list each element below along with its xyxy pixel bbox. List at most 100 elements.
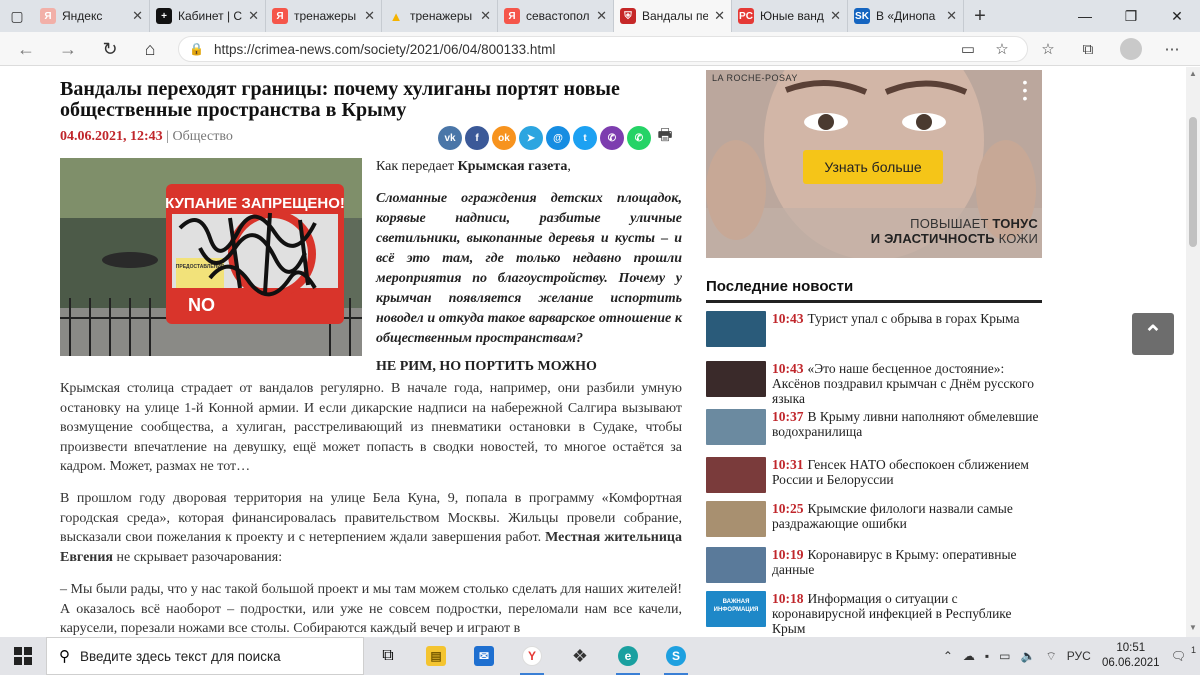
clock[interactable]: 10:51 06.06.2021 xyxy=(1096,641,1166,671)
tab-0[interactable]: Я Яндекс ✕ xyxy=(34,0,150,32)
news-text[interactable]: 10:31 Генсек НАТО обеспокоен сближением Р… xyxy=(772,457,1042,493)
advertisement-banner[interactable]: LA ROCHE-POSAY • • • Узнать больше ПОВЫШАЕ… xyxy=(706,70,1042,258)
news-headline[interactable]: В Крыму ливни наполняют обмелевшие водох… xyxy=(772,409,1038,439)
ad-cta-button[interactable]: Узнать больше xyxy=(803,150,943,184)
close-tab-icon[interactable]: ✕ xyxy=(714,8,725,24)
news-thumbnail[interactable] xyxy=(706,409,766,445)
task-view-icon[interactable]: ⧉ xyxy=(364,637,412,675)
news-thumbnail[interactable] xyxy=(706,457,766,493)
viber-icon[interactable]: ✆ xyxy=(600,126,624,150)
close-tab-icon[interactable]: ✕ xyxy=(596,8,607,24)
address-bar[interactable]: 🔒 https://crimea-news.com/society/2021/0… xyxy=(178,36,1028,62)
show-hidden-icons-icon[interactable]: ⌃ xyxy=(938,649,958,663)
news-headline[interactable]: Генсек НАТО обеспокоен сближением России… xyxy=(772,457,1029,487)
close-tab-icon[interactable]: ✕ xyxy=(830,8,841,24)
battery-icon[interactable]: ▭ xyxy=(994,649,1015,663)
tab-5[interactable]: ⛨ Вандалы пе ✕ xyxy=(614,0,732,32)
news-thumbnail-label: ВАЖНАЯ ИНФОРМАЦИЯ xyxy=(713,599,759,613)
news-text[interactable]: 10:18 Информация о ситуации с коронавирус… xyxy=(772,591,1042,636)
minimize-button[interactable]: — xyxy=(1062,0,1108,32)
news-headline[interactable]: Коронавирус в Крыму: оперативные данные xyxy=(772,547,1017,577)
moimir-icon[interactable]: @ xyxy=(546,126,570,150)
cloud-icon[interactable]: ☁ xyxy=(958,649,980,663)
news-text[interactable]: 10:19 Коронавирус в Крыму: оперативные да… xyxy=(772,547,1042,583)
start-button[interactable] xyxy=(0,637,46,675)
source-link[interactable]: Крымская газета xyxy=(458,159,568,174)
refresh-button[interactable]: ↻ xyxy=(96,37,124,61)
news-thumbnail[interactable]: ВАЖНАЯ ИНФОРМАЦИЯ xyxy=(706,591,766,627)
tab-label: Юные ванд xyxy=(760,9,824,23)
notifications-icon[interactable]: 🗨 1 xyxy=(1166,645,1200,663)
volume-icon[interactable]: 🔈 xyxy=(1016,649,1041,663)
close-tab-icon[interactable]: ✕ xyxy=(480,8,491,24)
more-menu-icon[interactable]: ⋯ xyxy=(1160,38,1184,60)
ad-options-icon[interactable]: • • • xyxy=(1018,75,1032,106)
news-thumbnail[interactable] xyxy=(706,311,766,347)
edge-browser-icon[interactable]: e xyxy=(604,637,652,675)
tab-2[interactable]: Ятренажеры ✕ xyxy=(266,0,382,32)
odnoklassniki-icon[interactable]: ok xyxy=(492,126,516,150)
close-tab-icon[interactable]: ✕ xyxy=(946,8,957,24)
news-text[interactable]: 10:25 Крымские филологи назвали самые раз… xyxy=(772,501,1042,537)
news-text[interactable]: 10:37 В Крыму ливни наполняют обмелевшие … xyxy=(772,409,1042,445)
yandex-browser-icon[interactable]: Y xyxy=(508,637,556,675)
news-item[interactable]: ВАЖНАЯ ИНФОРМАЦИЯ 10:18 Информация о ситуа… xyxy=(706,591,1042,636)
add-favorite-icon[interactable]: ☆ xyxy=(990,38,1014,60)
dropbox-icon[interactable]: ❖ xyxy=(556,637,604,675)
news-headline[interactable]: Крымские филологи назвали самые раздража… xyxy=(772,501,1013,531)
vk-icon[interactable]: vk xyxy=(438,126,462,150)
scroll-to-top-button[interactable]: ⌃ xyxy=(1132,313,1174,355)
tab-7[interactable]: SK В «Динопа ✕ xyxy=(848,0,964,32)
maximize-button[interactable]: ❐ xyxy=(1108,0,1154,32)
news-text[interactable]: 10:43 «Это наше бесценное достояние»: Акс… xyxy=(772,361,1042,406)
news-item[interactable]: 10:31 Генсек НАТО обеспокоен сближением Р… xyxy=(706,457,1042,493)
telegram-icon[interactable]: ➤ xyxy=(519,126,543,150)
tab-3[interactable]: ▲ тренажеры ✕ xyxy=(382,0,498,32)
scroll-up-icon[interactable]: ▲ xyxy=(1186,69,1200,78)
news-thumbnail[interactable] xyxy=(706,361,766,397)
favorites-icon[interactable]: ☆ xyxy=(1036,38,1060,60)
back-button[interactable]: ← xyxy=(12,37,40,61)
collections-icon[interactable]: ⧉ xyxy=(1076,38,1100,60)
profile-avatar[interactable] xyxy=(1120,38,1142,60)
news-item[interactable]: 10:43 «Это наше бесценное достояние»: Акс… xyxy=(706,361,1042,406)
close-window-button[interactable]: ✕ xyxy=(1154,0,1200,32)
usb-icon[interactable]: ▪ xyxy=(980,649,994,663)
whatsapp-icon[interactable]: ✆ xyxy=(627,126,651,150)
news-item[interactable]: 10:19 Коронавирус в Крыму: оперативные да… xyxy=(706,547,1042,583)
news-text[interactable]: 10:43 Турист упал с обрыва в горах Крыма xyxy=(772,311,1019,347)
news-headline[interactable]: Информация о ситуации с коронавирусной и… xyxy=(772,591,1012,636)
scrollbar-thumb[interactable] xyxy=(1189,117,1197,247)
tab-6[interactable]: PC Юные ванд ✕ xyxy=(732,0,848,32)
article-meta: 04.06.2021, 12:43 | Общество xyxy=(60,129,233,145)
language-indicator[interactable]: РУС xyxy=(1062,649,1096,663)
news-thumbnail[interactable] xyxy=(706,501,766,537)
tab-4[interactable]: Ясевастопол ✕ xyxy=(498,0,614,32)
twitter-icon[interactable]: t xyxy=(573,126,597,150)
reader-mode-icon[interactable]: ▭ xyxy=(956,38,980,60)
file-explorer-icon[interactable]: ▤ xyxy=(412,637,460,675)
taskbar-search-box[interactable]: ⚲ Введите здесь текст для поиска xyxy=(46,637,364,675)
news-thumbnail[interactable] xyxy=(706,547,766,583)
news-item[interactable]: 10:37 В Крыму ливни наполняют обмелевшие … xyxy=(706,409,1042,445)
news-item[interactable]: 10:25 Крымские филологи назвали самые раз… xyxy=(706,501,1042,537)
close-tab-icon[interactable]: ✕ xyxy=(132,8,143,24)
news-item[interactable]: 10:43 Турист упал с обрыва в горах Крыма xyxy=(706,311,1042,347)
news-headline[interactable]: «Это наше бесценное достояние»: Аксёнов … xyxy=(772,361,1034,406)
news-headline[interactable]: Турист упал с обрыва в горах Крыма xyxy=(808,311,1020,326)
tab-actions-icon[interactable]: ▢ xyxy=(0,0,34,32)
page-scrollbar[interactable]: ▲ ▼ xyxy=(1186,67,1200,637)
network-icon[interactable]: ⌔ xyxy=(1040,649,1061,664)
forward-button[interactable]: → xyxy=(54,37,82,61)
close-tab-icon[interactable]: ✕ xyxy=(248,8,259,24)
facebook-icon[interactable]: f xyxy=(465,126,489,150)
close-tab-icon[interactable]: ✕ xyxy=(364,8,375,24)
print-icon[interactable]: 🖶 xyxy=(654,126,676,148)
tab-1[interactable]: + Кабинет | С ✕ xyxy=(150,0,266,32)
scroll-down-icon[interactable]: ▼ xyxy=(1186,623,1200,632)
article-category[interactable]: Общество xyxy=(172,129,232,144)
home-button[interactable]: ⌂ xyxy=(136,37,164,61)
mail-icon[interactable]: ✉ xyxy=(460,637,508,675)
skype-icon[interactable]: S xyxy=(652,637,700,675)
new-tab-button[interactable]: + xyxy=(964,0,996,32)
